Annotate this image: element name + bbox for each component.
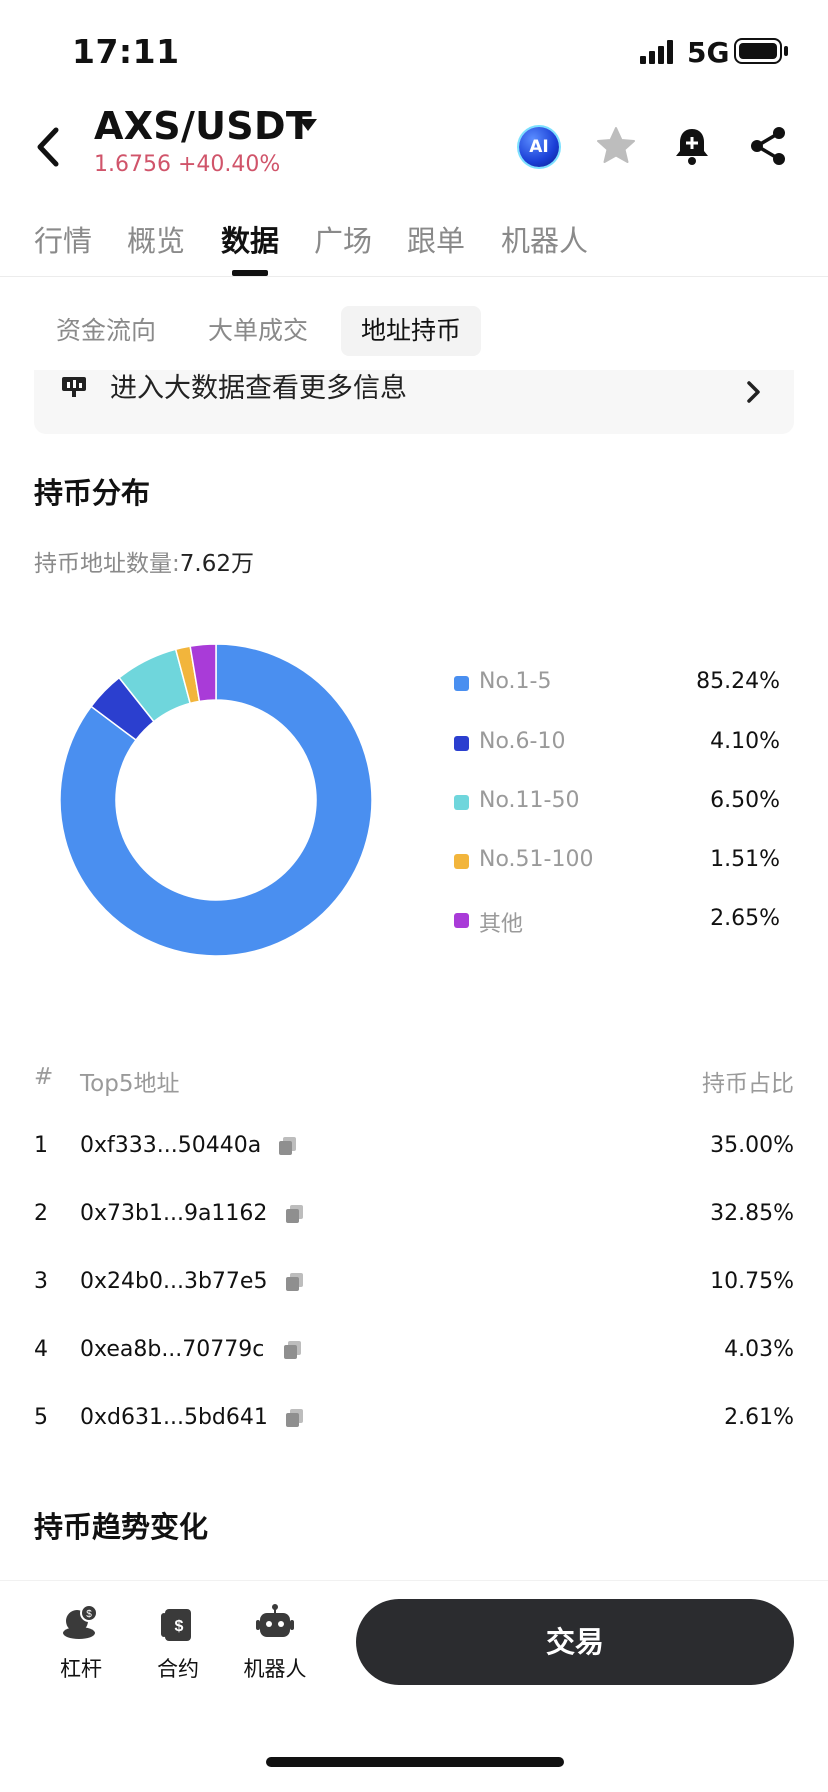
svg-text:$: $ — [86, 1609, 92, 1620]
copy-icon[interactable] — [282, 1339, 304, 1361]
legend-value: 2.65% — [710, 906, 780, 931]
subtab-fund-flow[interactable]: 资金流向 — [36, 306, 176, 356]
column-header-share: 持币占比 — [702, 1071, 794, 1097]
battery-icon — [734, 38, 788, 64]
table-row: 3 0x24b0...3b77e5 10.75% — [0, 1269, 828, 1309]
table-row: 2 0x73b1...9a1162 32.85% — [0, 1201, 828, 1241]
robot-label: 机器人 — [243, 1657, 307, 1681]
table-row: 5 0xd631...5bd641 2.61% — [0, 1405, 828, 1445]
tab-overview[interactable]: 概览 — [127, 218, 185, 260]
row-rank: 4 — [34, 1337, 48, 1362]
legend-swatch — [454, 854, 469, 869]
row-address: 0xd631...5bd641 — [80, 1405, 268, 1430]
favorite-star-icon[interactable] — [594, 124, 638, 168]
row-address: 0x73b1...9a1162 — [80, 1201, 268, 1226]
distribution-title: 持币分布 — [34, 476, 151, 510]
legend-label: No.11-50 — [479, 788, 580, 813]
holders-count-label: 持币地址数量: — [34, 551, 180, 577]
column-header-address: Top5地址 — [80, 1071, 180, 1097]
legend-item: No.51-100 1.51% — [454, 846, 780, 878]
row-address: 0x24b0...3b77e5 — [80, 1269, 268, 1294]
main-tabs: 行情 概览 数据 广场 跟单 机器人 — [0, 210, 828, 276]
row-share: 4.03% — [724, 1337, 794, 1362]
status-time: 17:11 — [72, 32, 180, 71]
bottom-action-bar: $ 杠杆 $ 合约 机器人 交易 — [0, 1580, 828, 1792]
legend-item: No.6-10 4.10% — [454, 728, 780, 760]
contract-label: 合约 — [157, 1657, 199, 1681]
holders-count: 持币地址数量:7.62万 — [34, 544, 254, 578]
leverage-button[interactable]: $ 杠杆 — [36, 1601, 126, 1683]
tab-square[interactable]: 广场 — [314, 218, 372, 260]
row-share: 35.00% — [710, 1133, 794, 1158]
legend-label: No.6-10 — [479, 729, 566, 754]
legend-swatch — [454, 795, 469, 810]
leverage-icon: $ — [63, 1604, 98, 1639]
svg-text:$: $ — [175, 1618, 184, 1635]
table-row: 4 0xea8b...70779c 4.03% — [0, 1337, 828, 1377]
cellular-signal-icon — [640, 40, 673, 64]
row-share: 10.75% — [710, 1269, 794, 1294]
robot-icon — [256, 1604, 294, 1637]
legend-swatch — [454, 736, 469, 751]
tab-copy-trading[interactable]: 跟单 — [407, 218, 465, 260]
copy-icon[interactable] — [277, 1135, 299, 1157]
legend-label: 其他 — [479, 912, 524, 937]
subtab-large-orders[interactable]: 大单成交 — [188, 306, 328, 356]
copy-icon[interactable] — [284, 1271, 306, 1293]
trend-title: 持币趋势变化 — [34, 1510, 209, 1544]
status-bar: 17:11 5G — [0, 0, 828, 100]
row-rank: 1 — [34, 1133, 48, 1158]
network-type: 5G — [687, 36, 730, 69]
row-share: 2.61% — [724, 1405, 794, 1430]
big-data-icon — [62, 377, 86, 397]
price-and-change: 1.6756 +40.40% — [94, 152, 281, 177]
alert-bell-icon[interactable] — [670, 124, 714, 168]
big-data-banner[interactable]: 进入大数据查看更多信息 — [34, 370, 794, 434]
tab-market[interactable]: 行情 — [34, 218, 92, 260]
chevron-right-icon — [747, 381, 760, 403]
legend-swatch — [454, 913, 469, 928]
tab-bots[interactable]: 机器人 — [501, 218, 588, 260]
robot-button[interactable]: 机器人 — [230, 1601, 320, 1683]
back-arrow-icon[interactable] — [32, 126, 68, 168]
legend-item: No.1-5 85.24% — [454, 668, 780, 700]
legend-label: No.51-100 — [479, 847, 594, 872]
row-rank: 3 — [34, 1269, 48, 1294]
leverage-label: 杠杆 — [60, 1657, 102, 1681]
row-address: 0xea8b...70779c — [80, 1337, 265, 1362]
table-row: 1 0xf333...50440a 35.00% — [0, 1133, 828, 1173]
subtab-address-holdings[interactable]: 地址持币 — [341, 306, 482, 356]
holders-count-value: 7.62万 — [179, 551, 254, 577]
contract-icon: $ — [161, 1609, 191, 1641]
holdings-donut-chart — [59, 643, 373, 957]
trade-button[interactable]: 交易 — [356, 1599, 794, 1685]
row-rank: 2 — [34, 1201, 48, 1226]
row-share: 32.85% — [710, 1201, 794, 1226]
ai-button[interactable]: AI — [519, 127, 559, 167]
banner-text: 进入大数据查看更多信息 — [110, 373, 407, 404]
legend-swatch — [454, 676, 469, 691]
copy-icon[interactable] — [284, 1203, 306, 1225]
home-indicator — [266, 1757, 564, 1767]
legend-value: 1.51% — [710, 847, 780, 872]
legend-value: 6.50% — [710, 788, 780, 813]
tab-data[interactable]: 数据 — [221, 218, 279, 260]
legend-item: 其他 2.65% — [454, 905, 780, 937]
legend-item: No.11-50 6.50% — [454, 787, 780, 819]
trading-pair-title[interactable]: AXS/USDT — [94, 104, 312, 148]
legend-value: 85.24% — [696, 669, 780, 694]
copy-icon[interactable] — [284, 1407, 306, 1429]
legend-value: 4.10% — [710, 729, 780, 754]
row-rank: 5 — [34, 1405, 48, 1430]
contract-button[interactable]: $ 合约 — [133, 1601, 223, 1683]
column-header-rank: # — [34, 1064, 54, 1090]
row-address: 0xf333...50440a — [80, 1133, 262, 1158]
legend-label: No.1-5 — [479, 669, 552, 694]
pair-dropdown-icon[interactable] — [299, 119, 317, 131]
share-icon[interactable] — [746, 124, 790, 168]
divider — [0, 276, 828, 277]
